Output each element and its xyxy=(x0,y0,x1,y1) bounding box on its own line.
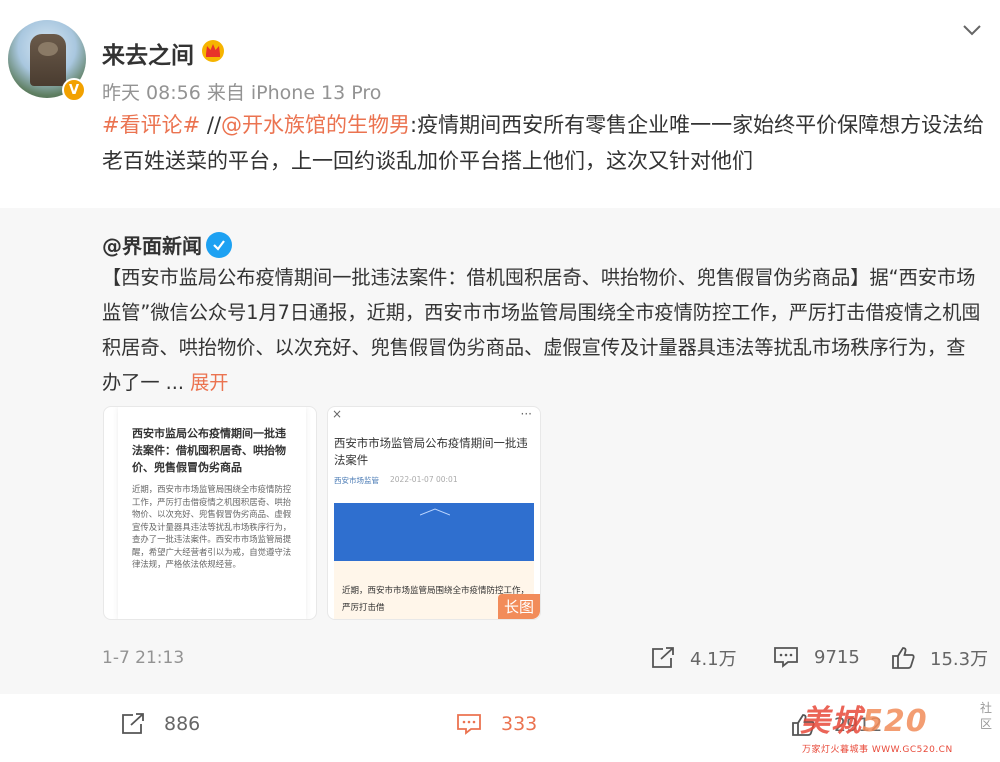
repost-time: 1-7 21:13 xyxy=(102,648,185,668)
article2-banner xyxy=(334,503,534,561)
verified-badge-icon: V xyxy=(62,78,86,102)
article2-date: 2022-01-07 00:01 xyxy=(390,475,458,484)
share-count: 886 xyxy=(164,713,201,735)
hashtag-link[interactable]: #看评论# xyxy=(102,113,200,137)
repost-image-1[interactable]: 西安市监局公布疫情期间一批违法案件：借机囤积居奇、哄抬物价、兜售假冒伪劣商品 近… xyxy=(103,406,317,620)
watermark-number: 520 xyxy=(862,704,928,739)
close-icon: × xyxy=(332,407,343,421)
repost-like-button[interactable]: 15.3万 xyxy=(890,645,988,671)
comment-icon xyxy=(457,714,481,735)
article2-source: 西安市场监管 xyxy=(334,476,379,485)
watermark-side: 社区 xyxy=(980,701,993,731)
repost-share-button[interactable]: 4.1万 xyxy=(650,645,737,671)
long-image-badge: 长图 xyxy=(497,594,540,619)
robot-figure xyxy=(30,34,66,86)
site-watermark: 美城520 社区 万家灯火暮城事 WWW.GC520.CN xyxy=(800,696,996,758)
post-text: #看评论# //@开水族馆的生物男:疫情期间西安所有零售企业唯一一家始终平价保障… xyxy=(102,107,992,179)
share-icon xyxy=(122,713,144,734)
thumbs-up-icon xyxy=(892,647,915,669)
repost-comment-count: 9715 xyxy=(814,646,860,668)
repost-author[interactable]: @界面新闻 xyxy=(102,230,202,259)
post-time: 昨天 08:56 xyxy=(102,82,201,104)
wave-icon xyxy=(420,508,450,516)
article2-title: 西安市市场监管局公布疫情期间一批违法案件 xyxy=(334,436,528,467)
username[interactable]: 来去之间 xyxy=(102,36,194,70)
watermark-url: 万家灯火暮城事 WWW.GC520.CN xyxy=(802,745,953,755)
share-button[interactable]: 886 xyxy=(120,712,200,736)
separator: // xyxy=(200,113,222,137)
comment-icon xyxy=(774,647,798,668)
repost-share-count: 4.1万 xyxy=(690,649,737,670)
comment-count: 333 xyxy=(501,713,538,735)
post-meta: 昨天 08:56 来自 iPhone 13 Pro xyxy=(102,78,381,105)
repost-card[interactable]: @界面新闻 【西安市监局公布疫情期间一批违法案件：借机囤积居奇、哄抬物价、兜售假… xyxy=(0,208,1000,694)
repost-image-2[interactable]: × ··· 西安市市场监管局公布疫情期间一批违法案件 西安市场监管 2022-0… xyxy=(327,406,541,620)
repost-like-count: 15.3万 xyxy=(930,649,989,670)
mention-link[interactable]: @开水族馆的生物男 xyxy=(221,113,410,137)
watermark-logo: 美城520 xyxy=(800,696,928,740)
post-header: V 来去之间 昨天 08:56 来自 iPhone 13 Pro xyxy=(0,0,1000,108)
more-icon: ··· xyxy=(520,407,532,421)
repost-body: 【西安市监局公布疫情期间一批违法案件：借机囤积居奇、哄抬物价、兜售假冒伪劣商品】… xyxy=(102,266,981,394)
verified-blue-icon xyxy=(206,232,232,258)
comment-button[interactable]: 333 xyxy=(455,712,537,736)
crown-icon xyxy=(202,40,224,62)
article-body: 近期，西安市市场监管局围绕全市疫情防控工作，严厉打击借疫情之机囤积居奇、哄抬物价… xyxy=(132,484,292,569)
repost-text: 【西安市监局公布疫情期间一批违法案件：借机囤积居奇、哄抬物价、兜售假冒伪劣商品】… xyxy=(102,260,984,400)
watermark-text: 美城 xyxy=(800,704,862,739)
chevron-down-icon[interactable] xyxy=(958,16,986,44)
post-source: 来自 iPhone 13 Pro xyxy=(206,82,382,104)
expand-link[interactable]: 展开 xyxy=(190,371,228,394)
article-page: 西安市监局公布疫情期间一批违法案件：借机囤积居奇、哄抬物价、兜售假冒伪劣商品 近… xyxy=(118,407,306,619)
article-title: 西安市监局公布疫情期间一批违法案件：借机囤积居奇、哄抬物价、兜售假冒伪劣商品 xyxy=(132,427,286,474)
share-icon xyxy=(652,647,674,668)
repost-comment-button[interactable]: 9715 xyxy=(772,645,860,669)
